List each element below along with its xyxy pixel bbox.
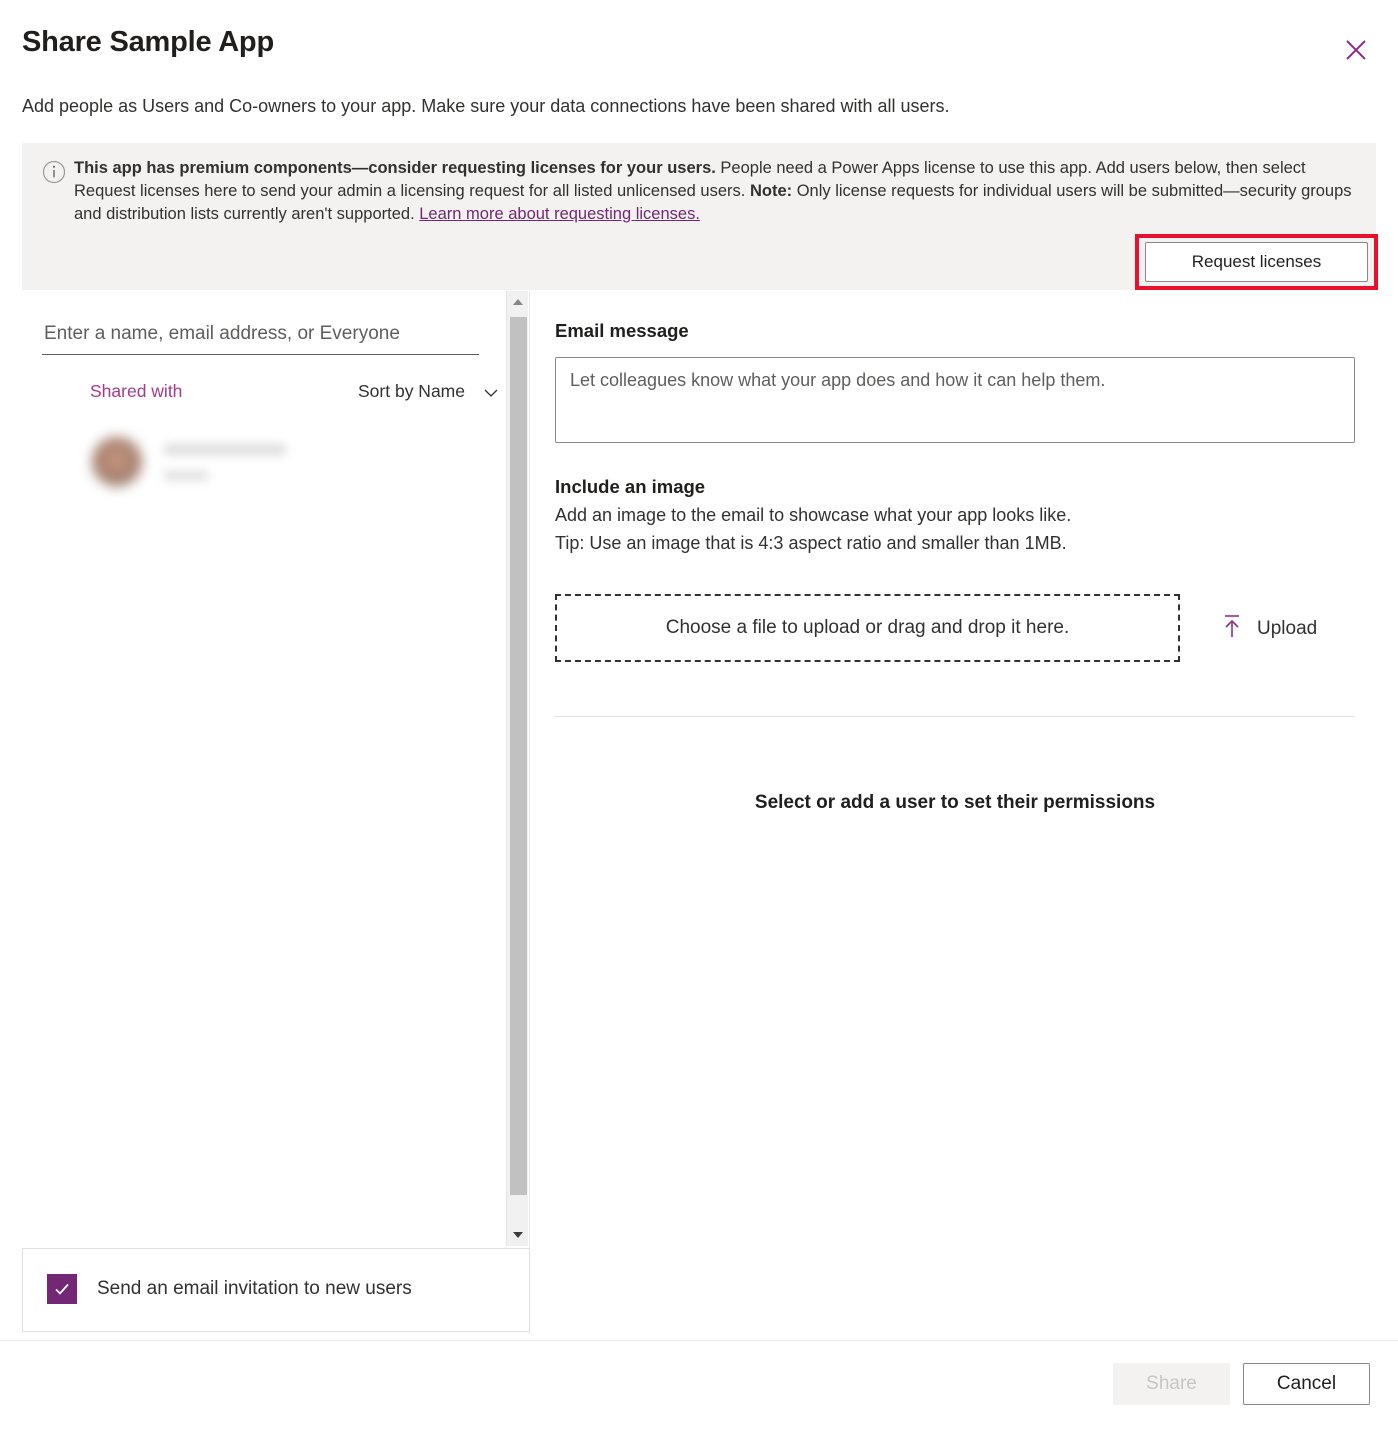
people-list-scrollbar[interactable] <box>506 291 528 1246</box>
shared-with-label[interactable]: Shared with <box>90 381 182 402</box>
info-icon <box>42 160 66 184</box>
person-meta <box>164 444 286 480</box>
person-name <box>164 444 286 455</box>
banner-bold-lead: This app has premium components—consider… <box>74 159 716 177</box>
scrollbar-thumb[interactable] <box>510 317 527 1195</box>
email-message-input[interactable] <box>555 357 1355 443</box>
send-email-invitation-label: Send an email invitation to new users <box>97 1278 412 1299</box>
person-role <box>164 471 208 480</box>
include-an-image-title: Include an image <box>555 476 706 497</box>
share-app-dialog: Share Sample App Add people as Users and… <box>0 0 1398 1432</box>
dialog-subtitle: Add people as Users and Co-owners to you… <box>22 96 950 116</box>
file-dropzone[interactable]: Choose a file to upload or drag and drop… <box>555 594 1180 662</box>
permissions-empty-state: Select or add a user to set their permis… <box>754 792 1156 813</box>
scroll-down-arrow-icon[interactable] <box>507 1224 529 1246</box>
close-button[interactable] <box>1336 30 1376 70</box>
people-picker-input[interactable] <box>42 319 479 355</box>
avatar <box>92 437 142 487</box>
request-licenses-button[interactable]: Request licenses <box>1145 242 1368 282</box>
checkbox-checked-icon[interactable] <box>47 1274 77 1304</box>
email-message-title: Email message <box>555 320 689 341</box>
banner-note-label: Note: <box>749 182 793 200</box>
section-divider <box>555 716 1355 717</box>
upload-button[interactable]: Upload <box>1215 612 1323 645</box>
chevron-down-icon[interactable] <box>482 384 500 407</box>
include-image-description: Add an image to the email to showcase wh… <box>555 505 1072 525</box>
upload-label: Upload <box>1257 617 1318 639</box>
close-icon <box>1345 39 1367 61</box>
list-item[interactable] <box>92 433 432 491</box>
cancel-button[interactable]: Cancel <box>1243 1363 1370 1405</box>
share-button[interactable]: Share <box>1113 1363 1230 1405</box>
sort-by-button[interactable]: Sort by Name <box>358 381 465 402</box>
upload-icon <box>1221 613 1243 644</box>
send-email-invitation-checkbox[interactable]: Send an email invitation to new users <box>47 1274 412 1304</box>
include-image-tip: Tip: Use an image that is 4:3 aspect rat… <box>555 533 1067 553</box>
email-invitation-container: Send an email invitation to new users <box>22 1248 530 1332</box>
scroll-up-arrow-icon[interactable] <box>507 291 529 313</box>
banner-message: This app has premium components—consider… <box>74 157 1364 226</box>
people-panel: Shared with Sort by Name <box>0 291 530 1335</box>
shared-with-header: Shared with Sort by Name <box>42 381 502 407</box>
file-dropzone-label: Choose a file to upload or drag and drop… <box>665 617 1070 638</box>
learn-more-link[interactable]: Learn more about requesting licenses. <box>419 205 700 223</box>
page-title: Share Sample App <box>22 26 274 58</box>
footer-divider <box>0 1340 1398 1341</box>
